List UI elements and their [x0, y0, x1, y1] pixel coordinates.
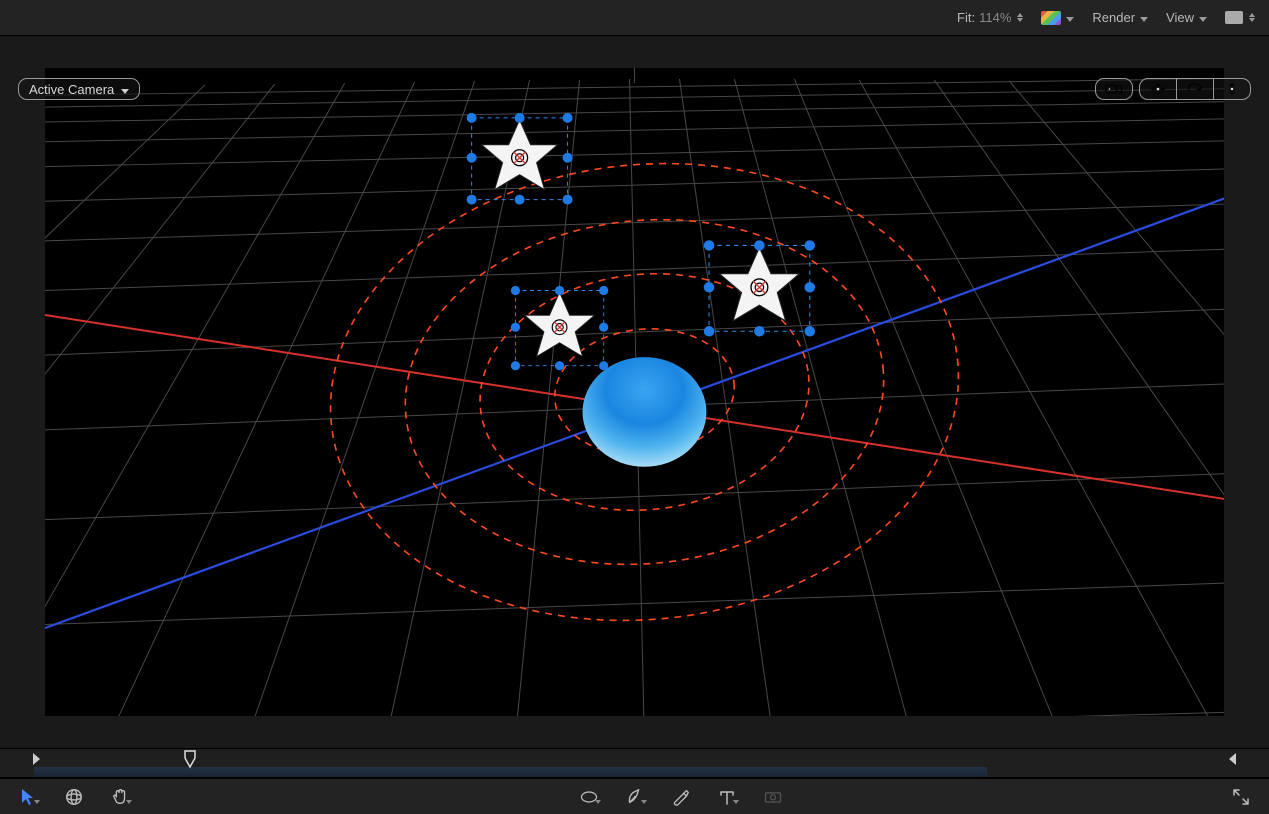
layout-icon [1225, 11, 1243, 24]
chevron-down-icon [1065, 10, 1074, 25]
star-object-1[interactable] [467, 113, 573, 205]
viewer-top-toolbar: Fit: 114% Render View [0, 0, 1269, 36]
text-tool[interactable] [715, 785, 739, 809]
chevron-down-icon [1139, 10, 1148, 25]
chevron-down-icon [1198, 10, 1207, 25]
view-control-group [1095, 78, 1251, 100]
pan-tool[interactable] [108, 785, 132, 809]
app-root: Fit: 114% Render View [0, 0, 1269, 814]
mask-tool[interactable] [761, 785, 785, 809]
canvas-area: Active Camera [0, 36, 1269, 748]
stepper-icon [1249, 13, 1255, 22]
scrub-track[interactable] [32, 749, 1237, 777]
shape-tool-options[interactable] [595, 800, 601, 804]
fit-label: Fit: [957, 10, 975, 25]
pan-tool-options[interactable] [126, 800, 132, 804]
fit-value: 114% [979, 10, 1011, 25]
playhead[interactable] [183, 750, 197, 770]
camera-select-label: Active Camera [29, 82, 114, 97]
orbit-view-button[interactable] [1176, 78, 1214, 100]
camera-select-dropdown[interactable]: Active Camera [18, 78, 140, 100]
pen-tool-options[interactable] [641, 800, 647, 804]
pan-view-button[interactable] [1139, 78, 1176, 100]
text-tool-options[interactable] [733, 800, 739, 804]
view-menu[interactable]: View [1166, 10, 1207, 25]
stepper-icon [1017, 13, 1023, 22]
mini-timeline[interactable] [0, 748, 1269, 778]
scene-svg [45, 68, 1224, 716]
clip-region [34, 767, 987, 777]
center-sphere[interactable] [583, 357, 707, 467]
fullscreen-toggle[interactable] [1229, 785, 1253, 809]
3d-transform-tool[interactable] [62, 785, 86, 809]
render-menu[interactable]: Render [1092, 10, 1148, 25]
dolly-view-button[interactable] [1214, 78, 1251, 100]
select-tool-options[interactable] [34, 800, 40, 804]
chevron-down-icon [120, 82, 129, 97]
view-label: View [1166, 10, 1194, 25]
camera-view-button[interactable] [1095, 78, 1133, 100]
render-label: Render [1092, 10, 1135, 25]
shape-tool[interactable] [577, 785, 601, 809]
viewport[interactable] [45, 68, 1224, 716]
star-object-2[interactable] [511, 286, 608, 370]
select-tool[interactable] [16, 785, 40, 809]
pen-tool[interactable] [623, 785, 647, 809]
fit-zoom-control[interactable]: Fit: 114% [957, 10, 1023, 25]
rainbow-swatch-icon [1041, 11, 1061, 25]
canvas-bottom-toolbar [0, 778, 1269, 814]
paint-stroke-tool[interactable] [669, 785, 693, 809]
color-channel-dropdown[interactable] [1041, 10, 1074, 25]
layout-picker[interactable] [1225, 11, 1255, 24]
star-object-3[interactable] [704, 240, 815, 336]
